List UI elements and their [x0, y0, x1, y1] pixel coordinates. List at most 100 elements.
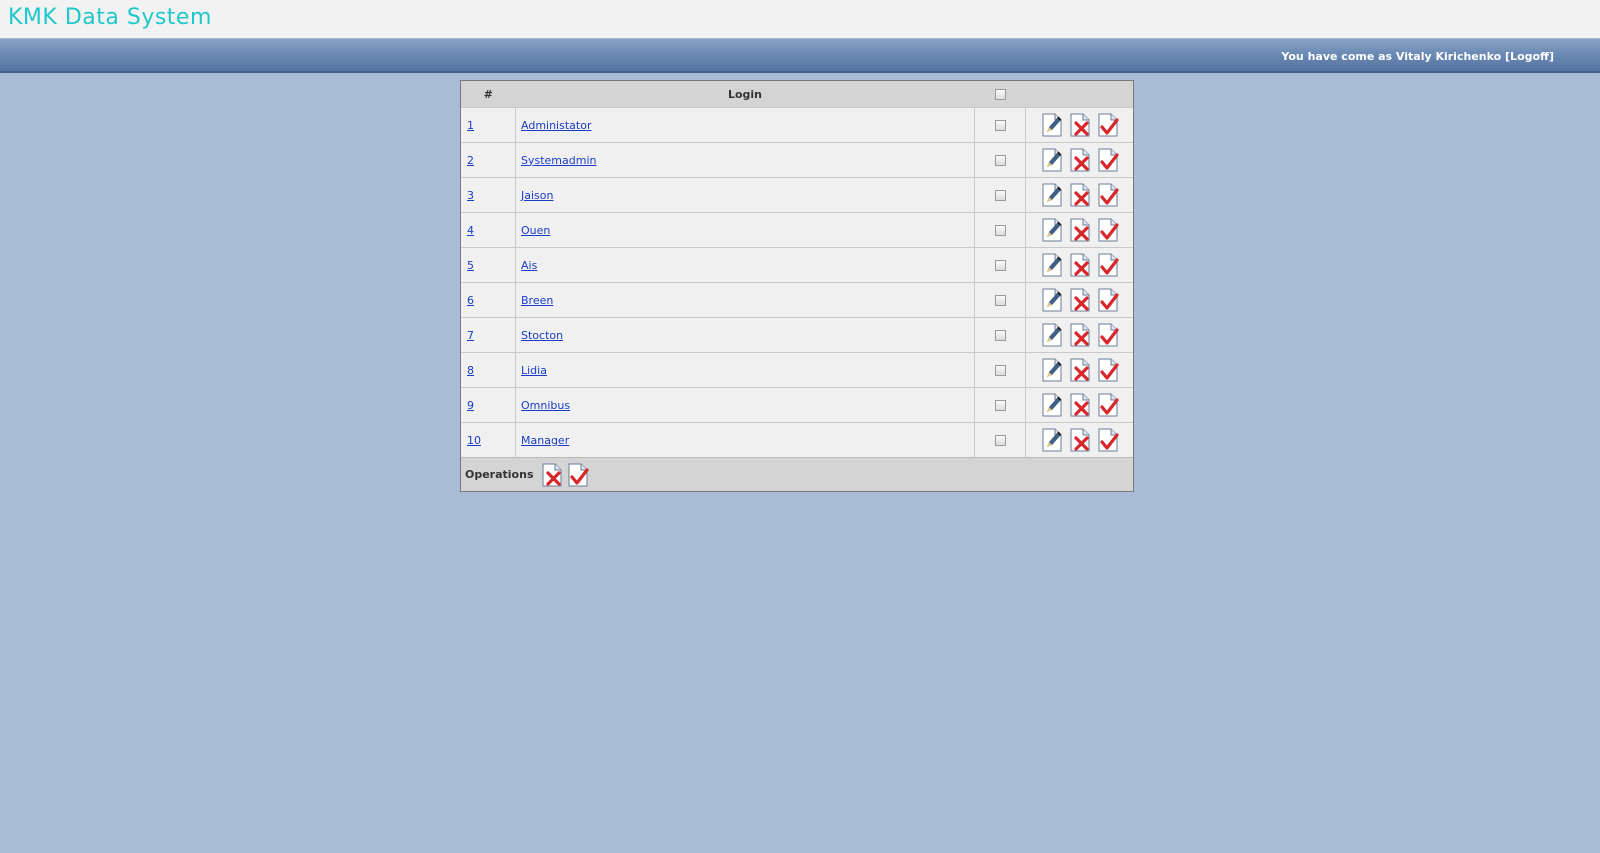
edit-icon[interactable]	[1041, 288, 1063, 312]
table-row: 2 Systemadmin	[461, 142, 1133, 178]
row-login-link[interactable]: Administator	[521, 119, 591, 132]
table-row: 10 Manager	[461, 422, 1133, 458]
edit-icon[interactable]	[1041, 428, 1063, 452]
delete-icon[interactable]	[1069, 113, 1091, 137]
approve-icon[interactable]	[1097, 288, 1119, 312]
column-header-select	[974, 81, 1026, 108]
row-login-link[interactable]: Jaison	[521, 189, 553, 202]
row-actions-cell	[1025, 317, 1133, 353]
row-number-link[interactable]: 7	[467, 329, 474, 342]
edit-icon[interactable]	[1041, 253, 1063, 277]
row-checkbox[interactable]	[994, 330, 1006, 341]
row-number-cell: 9	[461, 387, 516, 423]
row-select-cell	[974, 387, 1026, 423]
user-greeting: You have come as Vitaly Kirichenko	[1281, 50, 1502, 63]
row-login-cell: Ouen	[515, 212, 975, 248]
delete-icon[interactable]	[1069, 148, 1091, 172]
row-actions-cell	[1025, 422, 1133, 458]
row-login-link[interactable]: Manager	[521, 434, 569, 447]
row-checkbox[interactable]	[994, 120, 1006, 131]
logoff-link[interactable]: [Logoff]	[1505, 50, 1554, 63]
row-number-link[interactable]: 3	[467, 189, 474, 202]
delete-icon[interactable]	[1069, 428, 1091, 452]
row-actions-cell	[1025, 177, 1133, 213]
edit-icon[interactable]	[1041, 183, 1063, 207]
approve-icon[interactable]	[1097, 393, 1119, 417]
row-checkbox[interactable]	[994, 295, 1006, 306]
approve-icon[interactable]	[1097, 148, 1119, 172]
row-number-cell: 10	[461, 422, 516, 458]
row-number-link[interactable]: 6	[467, 294, 474, 307]
user-bar: You have come as Vitaly Kirichenko [Logo…	[0, 38, 1600, 73]
operations-actions	[539, 463, 591, 486]
delete-icon[interactable]	[1069, 358, 1091, 382]
approve-icon[interactable]	[1097, 323, 1119, 347]
row-select-cell	[974, 212, 1026, 248]
row-select-cell	[974, 282, 1026, 318]
delete-icon[interactable]	[1069, 218, 1091, 242]
table-row: 7 Stocton	[461, 317, 1133, 353]
row-actions-cell	[1025, 142, 1133, 178]
row-number-link[interactable]: 4	[467, 224, 474, 237]
approve-icon[interactable]	[1097, 428, 1119, 452]
row-login-cell: Administator	[515, 107, 975, 143]
edit-icon[interactable]	[1041, 393, 1063, 417]
row-checkbox[interactable]	[994, 365, 1006, 376]
operations-approve-icon[interactable]	[567, 463, 589, 487]
edit-icon[interactable]	[1041, 323, 1063, 347]
row-number-cell: 5	[461, 247, 516, 283]
approve-icon[interactable]	[1097, 183, 1119, 207]
row-login-link[interactable]: Stocton	[521, 329, 563, 342]
row-number-link[interactable]: 2	[467, 154, 474, 167]
approve-icon[interactable]	[1097, 113, 1119, 137]
delete-icon[interactable]	[1069, 323, 1091, 347]
approve-icon[interactable]	[1097, 253, 1119, 277]
users-grid: # Login 1 Administator 2 Systemadmin 3 Jaison…	[460, 80, 1134, 492]
select-all-checkbox[interactable]	[994, 89, 1006, 100]
delete-icon[interactable]	[1069, 183, 1091, 207]
row-login-link[interactable]: Ais	[521, 259, 537, 272]
table-row: 4 Ouen	[461, 212, 1133, 248]
row-number-link[interactable]: 10	[467, 434, 481, 447]
row-login-link[interactable]: Lidia	[521, 364, 547, 377]
row-checkbox[interactable]	[994, 155, 1006, 166]
delete-icon[interactable]	[1069, 288, 1091, 312]
user-info: You have come as Vitaly Kirichenko [Logo…	[1281, 50, 1554, 63]
operations-delete-icon[interactable]	[541, 463, 563, 487]
row-checkbox[interactable]	[994, 400, 1006, 411]
edit-icon[interactable]	[1041, 218, 1063, 242]
edit-icon[interactable]	[1041, 358, 1063, 382]
table-row: 3 Jaison	[461, 177, 1133, 213]
edit-icon[interactable]	[1041, 148, 1063, 172]
row-login-cell: Ais	[515, 247, 975, 283]
row-select-cell	[974, 422, 1026, 458]
row-actions-cell	[1025, 282, 1133, 318]
row-checkbox[interactable]	[994, 435, 1006, 446]
row-select-cell	[974, 317, 1026, 353]
column-header-login: Login	[515, 81, 975, 108]
edit-icon[interactable]	[1041, 113, 1063, 137]
row-number-cell: 4	[461, 212, 516, 248]
delete-icon[interactable]	[1069, 393, 1091, 417]
approve-icon[interactable]	[1097, 358, 1119, 382]
row-number-link[interactable]: 9	[467, 399, 474, 412]
row-login-link[interactable]: Breen	[521, 294, 553, 307]
operations-label: Operations	[465, 468, 534, 481]
row-login-cell: Omnibus	[515, 387, 975, 423]
row-number-link[interactable]: 5	[467, 259, 474, 272]
row-login-cell: Breen	[515, 282, 975, 318]
approve-icon[interactable]	[1097, 218, 1119, 242]
row-login-link[interactable]: Systemadmin	[521, 154, 597, 167]
row-checkbox[interactable]	[994, 260, 1006, 271]
delete-icon[interactable]	[1069, 253, 1091, 277]
table-row: 5 Ais	[461, 247, 1133, 283]
row-number-link[interactable]: 8	[467, 364, 474, 377]
column-header-number: #	[461, 81, 516, 108]
row-login-link[interactable]: Omnibus	[521, 399, 570, 412]
row-login-link[interactable]: Ouen	[521, 224, 550, 237]
row-number-link[interactable]: 1	[467, 119, 474, 132]
row-number-cell: 3	[461, 177, 516, 213]
row-checkbox[interactable]	[994, 225, 1006, 236]
row-checkbox[interactable]	[994, 190, 1006, 201]
row-login-cell: Lidia	[515, 352, 975, 388]
